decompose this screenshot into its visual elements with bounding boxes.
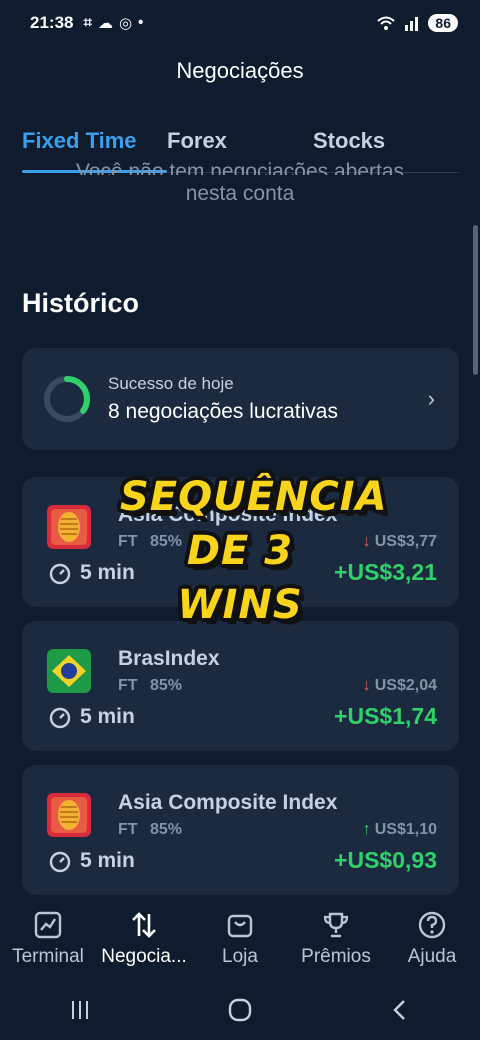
timer-icon [49,707,71,729]
empty-state: Você não tem negociações abertas nesta c… [0,160,480,213]
nav-terminal-label: Terminal [12,946,84,967]
nav-trades-label: Negocia... [101,946,187,967]
invest-amount: ↑ US$1,10 [362,821,437,838]
overlay-sticker: SEQUÊNCIA DE 3 WINS [120,470,388,632]
timer-icon [49,563,71,585]
scrollbar[interactable] [473,225,478,375]
asean-flag-icon [47,793,91,837]
invest-amount: ↓ US$3,77 [362,533,437,550]
tab-forex[interactable]: Forex [167,128,227,154]
whatsapp-icon: ◎ [118,15,133,32]
tab-stocks[interactable]: Stocks [313,128,385,154]
nav-terminal[interactable]: Terminal [0,900,96,980]
trade-duration: 5 min [80,849,135,872]
shopping-bag-icon [227,914,253,938]
status-bar: 21:38 ⌗ ☁ ◎ • 86 [0,0,480,46]
page-title: Negociações [176,58,304,83]
trade-profit: +US$1,74 [334,703,437,729]
system-nav-bar [0,980,480,1040]
arrow-down-icon: ↓ [362,677,371,694]
swap-arrows-icon [132,912,156,938]
success-progress-ring [44,376,90,422]
empty-state-line2: nesta conta [185,182,295,205]
notification-icons: ⌗ ☁ ◎ • [83,14,143,32]
tab-fixed-time[interactable]: Fixed Time [22,128,137,154]
trophy-icon [323,912,349,938]
asset-type: FT [118,677,138,694]
trade-card[interactable]: BrasIndex FT 85% ↓ US$2,04 5 min +US$1,74 [22,621,459,751]
chevron-right-icon: › [427,386,435,411]
nav-rewards[interactable]: Prêmios [288,900,384,980]
nav-help[interactable]: Ajuda [384,900,480,980]
history-title: Histórico [22,288,140,318]
cloud-icon: ☁ [97,15,113,32]
brazil-flag-icon [47,649,91,693]
asset-name: BrasIndex [118,647,220,670]
home-icon[interactable] [227,997,253,1023]
nav-help-label: Ajuda [407,946,457,967]
asset-type: FT [118,821,138,838]
bottom-nav: Terminal Negocia... Loja Prêmios Ajuda [0,900,480,980]
trade-duration: 5 min [80,705,135,728]
success-value: 8 negociações lucrativas [108,400,338,423]
chart-icon [34,911,62,939]
empty-state-line1: Você não tem negociações abertas [75,160,405,175]
nav-rewards-label: Prêmios [301,946,371,967]
overlay-line2: DE 3 WINS [177,528,303,628]
arrow-down-icon: ↓ [362,533,371,550]
arrow-up-icon: ↑ [362,821,371,838]
timer-icon [49,851,71,873]
recent-apps-icon[interactable] [68,998,92,1022]
asset-payout: 85% [150,821,183,838]
success-card[interactable]: Sucesso de hoje 8 negociações lucrativas… [22,348,459,450]
signal-icon [405,17,419,31]
status-time: 21:38 [30,13,74,32]
asset-payout: 85% [150,677,183,694]
nav-store-label: Loja [222,946,258,967]
success-label: Sucesso de hoje [108,374,234,393]
trade-card[interactable]: Asia Composite Index FT 85% ↑ US$1,10 5 m… [22,765,459,895]
invest-amount: ↓ US$2,04 [362,677,437,694]
asset-name: Asia Composite Index [118,791,338,814]
help-icon [418,911,446,939]
battery-level: 86 [428,14,458,32]
screenshot-icon: ⌗ [83,14,92,31]
back-icon[interactable] [388,998,412,1022]
overlay-line1: SEQUÊNCIA [120,474,388,520]
dot-icon: • [138,14,144,31]
wifi-icon [377,16,396,30]
asean-flag-icon [47,505,91,549]
nav-store[interactable]: Loja [192,900,288,980]
nav-trades[interactable]: Negocia... [96,900,192,980]
trade-profit: +US$0,93 [334,847,437,873]
